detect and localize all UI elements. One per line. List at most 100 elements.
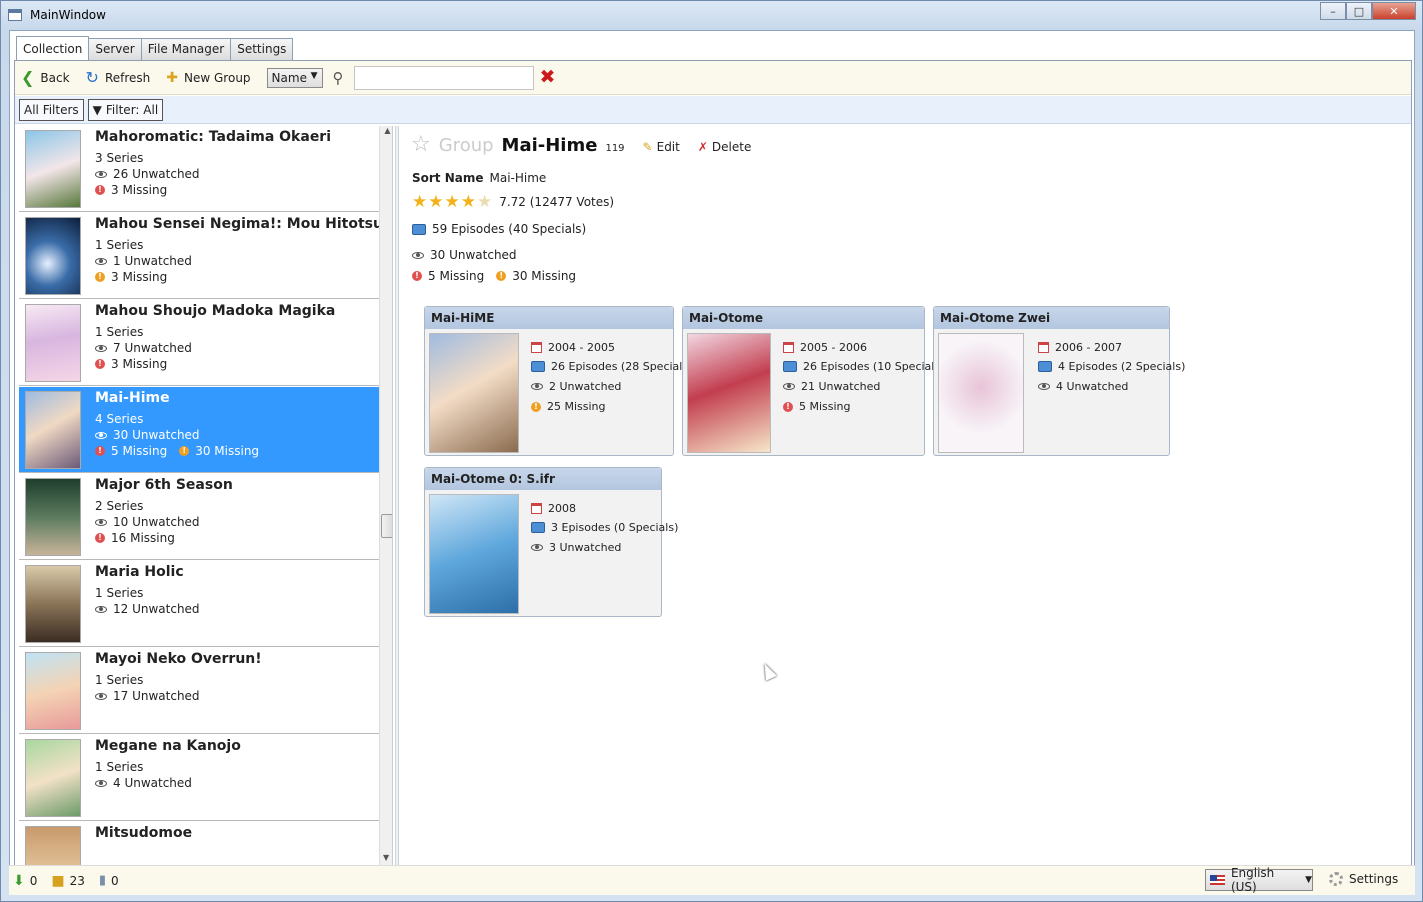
unwatched-count: 17 Unwatched: [113, 689, 200, 703]
downloads-status[interactable]: ⬇ 0: [13, 873, 37, 889]
list-item[interactable]: Maria Holic 1 Series 12 Unwatched: [19, 561, 379, 647]
tab-server[interactable]: Server: [88, 38, 142, 60]
eye-icon: [95, 257, 107, 265]
filter-button[interactable]: ▼ Filter: All: [87, 98, 164, 121]
search-icon: ⚲: [332, 68, 344, 87]
group-title: Mahou Sensei Negima!: Mou Hitotsu no Sek…: [95, 216, 379, 232]
poster-image: [25, 739, 81, 817]
tab-settings[interactable]: Settings: [230, 38, 294, 60]
vertical-scrollbar[interactable]: ▲ ▼: [379, 126, 392, 886]
eye-icon: [531, 544, 543, 551]
list-item[interactable]: Mayoi Neko Overrun! 1 Series 17 Unwatche…: [19, 648, 379, 734]
close-button[interactable]: ✕: [1372, 2, 1416, 20]
series-title: Mai-Otome: [683, 307, 924, 329]
settings-label: Settings: [1349, 872, 1399, 886]
poster-image: [25, 304, 81, 382]
back-label: Back: [40, 70, 70, 85]
edit-button[interactable]: ✎ Edit: [643, 140, 680, 154]
calendar-icon: [783, 342, 794, 353]
settings-button[interactable]: Settings: [1329, 872, 1398, 886]
missing-count: 5 Missing: [428, 269, 485, 283]
missing-red-icon: !: [95, 533, 105, 543]
series-title: Mai-Otome 0: S.ifr: [425, 468, 661, 490]
group-title: Mayoi Neko Overrun!: [95, 651, 262, 667]
favorite-star-icon[interactable]: ☆: [411, 134, 431, 156]
series-unwatched: 2 Unwatched: [549, 380, 622, 393]
eye-icon: [412, 251, 424, 259]
episode-count: 59 Episodes (40 Specials): [432, 222, 587, 236]
all-filters-button[interactable]: All Filters: [19, 98, 84, 121]
search-input[interactable]: [353, 65, 534, 90]
delete-button[interactable]: ✗ Delete: [698, 140, 752, 154]
series-card[interactable]: Mai-Otome 2005 - 2006 26 Episodes (10 Sp…: [682, 306, 944, 456]
clear-search-icon[interactable]: ✖: [540, 68, 556, 87]
queue-status[interactable]: ▮ 0: [99, 873, 119, 888]
group-title: Major 6th Season: [95, 477, 233, 493]
list-item[interactable]: Mahou Shoujo Madoka Magika 1 Series 7 Un…: [19, 300, 379, 386]
group-title: Mahoromatic: Tadaima Okaeri: [95, 129, 332, 145]
window-icon: [8, 9, 22, 21]
filter-bar: All Filters ▼ Filter: All: [15, 96, 1411, 124]
sort-dropdown[interactable]: Name ▼: [266, 67, 323, 88]
missing-orange-icon: !: [179, 446, 190, 456]
back-button[interactable]: ❮ Back: [21, 68, 70, 87]
series-count: 4 Series: [95, 412, 144, 426]
scroll-up-icon[interactable]: ▲: [380, 126, 392, 135]
new-group-button[interactable]: ✚ New Group: [166, 70, 250, 86]
missing-count: 3 Missing: [111, 183, 168, 197]
missing-count-secondary: 30 Missing: [512, 269, 577, 283]
series-unwatched: 4 Unwatched: [1056, 380, 1129, 393]
group-word: Group: [438, 135, 494, 156]
scroll-down-icon[interactable]: ▼: [383, 853, 389, 862]
series-years: 2008: [548, 502, 576, 515]
group-title: Mai-Hime: [95, 390, 170, 406]
eye-icon: [95, 344, 107, 352]
pencil-icon: ✎: [642, 140, 653, 154]
missing-orange-icon: !: [95, 272, 105, 282]
series-missing: 5 Missing: [799, 400, 851, 413]
series-card[interactable]: Mai-HiME 2004 - 2005 26 Episodes (28 Spe…: [424, 306, 692, 456]
refresh-icon: ↻: [85, 68, 99, 87]
pane-splitter[interactable]: [395, 126, 399, 886]
tab-collection[interactable]: Collection: [16, 36, 90, 60]
detail-header: ☆ Group Mai-Hime 119 ✎ Edit ✗ Delete: [411, 134, 752, 157]
series-title: Mai-Otome Zwei: [934, 307, 1169, 329]
series-card[interactable]: Mai-Otome Zwei 2006 - 2007 4 Episodes (2…: [933, 306, 1185, 456]
language-dropdown[interactable]: English (US) ▼: [1205, 866, 1313, 894]
tv-icon: [783, 361, 797, 372]
title-bar: MainWindow – □ ✕: [1, 1, 1422, 29]
eye-icon: [95, 605, 107, 613]
list-item[interactable]: Mahoromatic: Tadaima Okaeri 3 Series 26 …: [19, 126, 379, 212]
list-item-selected[interactable]: Mai-Hime 4 Series 30 Unwatched ! 5 Missin…: [19, 387, 379, 473]
missing-orange-icon: !: [531, 401, 541, 412]
window-title: MainWindow: [30, 8, 106, 22]
edit-label: Edit: [656, 140, 680, 154]
series-count: 1 Series: [95, 325, 144, 339]
series-episodes: 3 Episodes (0 Specials): [551, 521, 679, 534]
tab-file-manager[interactable]: File Manager: [140, 38, 232, 60]
list-item[interactable]: Major 6th Season 2 Series 10 Unwatched !…: [19, 474, 379, 560]
refresh-label: Refresh: [104, 70, 151, 85]
sort-name-label: Sort Name: [412, 171, 484, 185]
refresh-button[interactable]: ↻ Refresh: [86, 68, 151, 87]
eye-icon: [95, 779, 107, 787]
unwatched-count: 30 Unwatched: [430, 248, 517, 262]
unwatched-count: 1 Unwatched: [113, 254, 192, 268]
series-card[interactable]: Mai-Otome 0: S.ifr 2008 3 Episodes (0 Sp…: [424, 467, 678, 617]
new-group-icon: ✚: [166, 69, 179, 86]
files-status[interactable]: ■ 23: [51, 873, 85, 889]
eye-icon: [1038, 383, 1050, 390]
missing-red-icon: !: [412, 271, 422, 281]
list-item[interactable]: Mahou Sensei Negima!: Mou Hitotsu no Sek…: [19, 213, 379, 299]
missing-red-icon: !: [95, 446, 105, 456]
download-arrow-icon: ⬇: [13, 872, 25, 889]
eye-icon: [95, 170, 107, 178]
missing-count: 3 Missing: [111, 357, 168, 371]
series-poster: [687, 333, 771, 453]
language-value: English (US): [1230, 866, 1275, 894]
eye-icon: [95, 692, 107, 700]
vertical-scroll-thumb[interactable]: [381, 514, 392, 538]
list-item[interactable]: Megane na Kanojo 1 Series 4 Unwatched: [19, 735, 379, 821]
maximize-button[interactable]: □: [1346, 2, 1372, 20]
minimize-button[interactable]: –: [1320, 2, 1346, 20]
